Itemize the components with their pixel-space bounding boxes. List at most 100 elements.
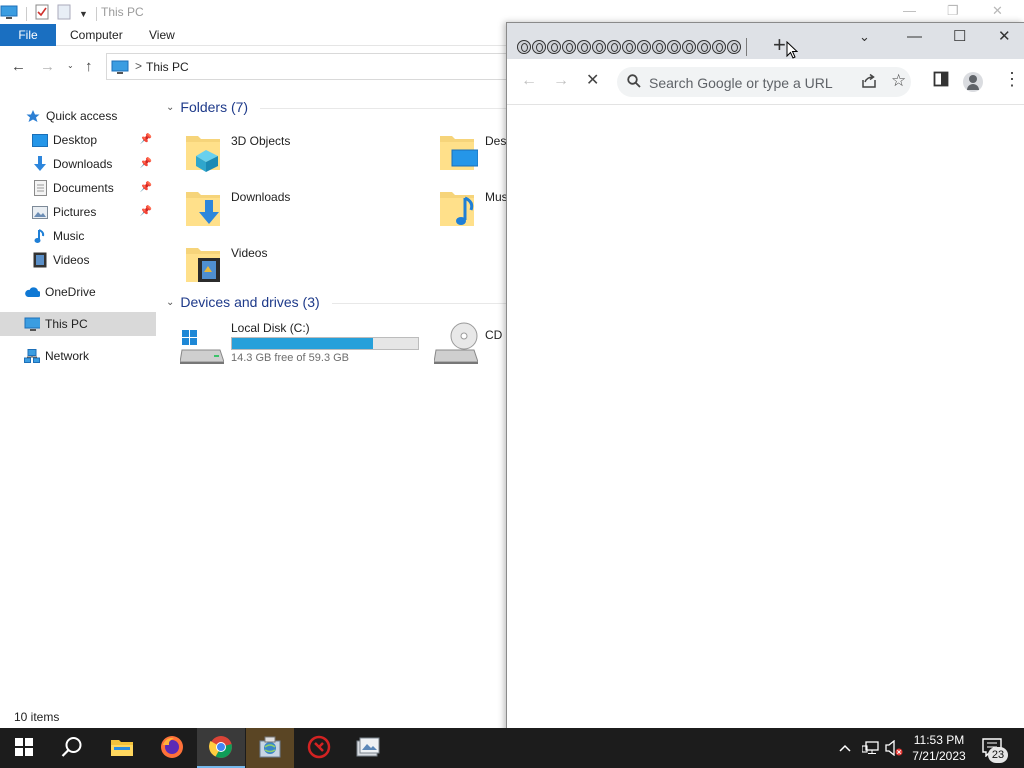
nav-item-videos[interactable]: Videos [0, 248, 156, 272]
music-icon [32, 228, 48, 244]
show-hidden-icons-chevron-icon[interactable] [838, 728, 852, 768]
up-arrow-icon[interactable]: ↑ [85, 58, 93, 75]
this-pc-icon [111, 60, 129, 77]
search-icon [627, 74, 641, 91]
folder-desktop[interactable]: Desk [438, 130, 510, 178]
forward-arrow-icon[interactable]: → [553, 72, 569, 90]
taskbar-image-app[interactable] [344, 728, 392, 768]
nav-item-network[interactable]: Network [0, 344, 156, 368]
maximize-icon[interactable]: ☐ [953, 29, 966, 45]
nav-item-music[interactable]: Music [0, 224, 156, 248]
tab-computer[interactable]: Computer [58, 24, 135, 46]
taskbar-globe-app[interactable] [246, 728, 294, 768]
tab-view[interactable]: View [137, 24, 187, 46]
this-pc-small-icon [0, 5, 18, 22]
minimize-icon[interactable]: — [903, 3, 916, 18]
hard-drive-icon [179, 320, 225, 364]
tab-divider [746, 38, 747, 56]
folder-videos[interactable]: Videos [184, 242, 334, 290]
notification-count-badge: 23 [988, 747, 1008, 763]
breadcrumb-this-pc[interactable]: This PC [146, 60, 189, 74]
nav-quick-access[interactable]: Quick access [0, 104, 156, 128]
taskbar-firefox[interactable] [148, 728, 196, 768]
nav-item-desktop[interactable]: Desktop 📌 [0, 128, 156, 152]
nav-label-onedrive: OneDrive [45, 285, 96, 299]
properties-icon[interactable] [35, 4, 49, 23]
tab-favicon-icon[interactable] [562, 40, 576, 54]
quick-access-toolbar: ▼ [0, 4, 97, 23]
tab-favicon-icon[interactable] [682, 40, 696, 54]
music-folder-icon [438, 186, 480, 230]
share-icon[interactable] [861, 73, 877, 92]
network-status-icon[interactable] [862, 728, 880, 768]
pin-icon: 📌 [139, 182, 152, 193]
status-bar-item-count: 10 items [14, 710, 60, 724]
nav-item-pictures[interactable]: Pictures 📌 [0, 200, 156, 224]
taskbar-file-explorer[interactable] [98, 728, 146, 768]
windows-logo-icon [15, 737, 33, 759]
more-menu-icon[interactable]: ⋮ [1003, 70, 1021, 88]
taskbar-chrome[interactable] [197, 728, 245, 768]
close-icon[interactable]: ✕ [992, 3, 1003, 19]
tab-favicon-icon[interactable] [652, 40, 666, 54]
nav-label-pictures: Pictures [53, 205, 97, 219]
side-panel-icon[interactable] [933, 71, 949, 92]
tab-favicon-icon[interactable] [547, 40, 561, 54]
stop-loading-icon[interactable]: ✕ [586, 72, 599, 90]
pictures-icon [32, 204, 48, 220]
tab-favicon-icon[interactable] [577, 40, 591, 54]
minimize-icon[interactable]: — [907, 29, 922, 45]
nav-item-onedrive[interactable]: OneDrive [0, 280, 156, 304]
back-arrow-icon[interactable]: ← [11, 58, 26, 75]
tab-favicon-icon[interactable] [667, 40, 681, 54]
drive-cd[interactable]: CD D [433, 320, 510, 370]
new-tab-button[interactable]: + [773, 34, 786, 56]
tab-favicon-icon[interactable] [532, 40, 546, 54]
videos-icon [32, 252, 48, 268]
tab-favicon-icon[interactable] [712, 40, 726, 54]
nav-item-downloads[interactable]: Downloads 📌 [0, 152, 156, 176]
nav-label-music: Music [53, 229, 85, 243]
folders-group-header[interactable]: ⌄ Folders (7) [166, 99, 248, 115]
folder-music[interactable]: Mus [438, 186, 508, 234]
taskbar-search-button[interactable] [48, 728, 96, 768]
tab-favicon-icon[interactable] [517, 40, 531, 54]
drive-local-disk-c[interactable]: Local Disk (C:) 14.3 GB free of 59.3 GB [179, 320, 450, 370]
tab-favicon-icon[interactable] [697, 40, 711, 54]
folder-3d-objects[interactable]: 3D Objects [184, 130, 334, 178]
tab-search-chevron-icon[interactable]: ⌄ [859, 29, 870, 45]
volume-muted-icon[interactable] [885, 728, 903, 768]
omnibox[interactable]: Search Google or type a URL ☆ [617, 67, 911, 97]
nav-item-this-pc[interactable]: This PC [0, 312, 156, 336]
tab-favicon-icon[interactable] [622, 40, 636, 54]
clock-date: 7/21/2023 [912, 749, 966, 763]
back-arrow-icon[interactable]: ← [521, 72, 537, 90]
bookmark-star-icon[interactable]: ☆ [891, 71, 906, 91]
start-button[interactable] [0, 728, 48, 768]
tab-file[interactable]: File [0, 24, 56, 46]
devices-group-header[interactable]: ⌄ Devices and drives (3) [166, 294, 320, 310]
nav-item-documents[interactable]: Documents 📌 [0, 176, 156, 200]
folder-label: Downloads [231, 190, 291, 204]
recent-locations-chevron-icon[interactable]: ⌄ [67, 61, 74, 70]
nav-label-this-pc: This PC [45, 317, 88, 331]
close-icon[interactable]: ✕ [998, 29, 1011, 45]
restore-icon[interactable]: ❐ [947, 3, 959, 19]
taskbar-red-app[interactable] [295, 728, 343, 768]
new-folder-icon[interactable] [57, 4, 71, 23]
nav-label-network: Network [45, 349, 90, 363]
tab-favicon-icon[interactable] [607, 40, 621, 54]
drive-free-space: 14.3 GB free of 59.3 GB [231, 352, 350, 364]
tab-favicon-icon[interactable] [592, 40, 606, 54]
tab-strip: + ⌄ — ☐ ✕ [507, 23, 1024, 59]
system-clock[interactable]: 11:53 PM 7/21/2023 [904, 732, 974, 764]
folder-downloads[interactable]: Downloads [184, 186, 334, 234]
profile-avatar-icon[interactable] [963, 72, 983, 92]
address-bar[interactable]: > This PC [106, 53, 526, 80]
tab-favicon-icon[interactable] [637, 40, 651, 54]
tab-favicon-icon[interactable] [727, 40, 741, 54]
customize-qa-dropdown-icon[interactable]: ▼ [79, 9, 88, 19]
window-title: This PC [101, 5, 144, 19]
nav-label-videos: Videos [53, 253, 90, 267]
forward-arrow-icon[interactable]: → [40, 58, 55, 75]
